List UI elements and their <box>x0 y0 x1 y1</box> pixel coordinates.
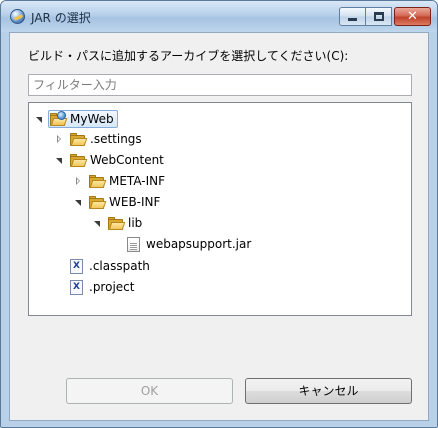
minimize-button[interactable] <box>339 7 366 26</box>
tree-node-web-inf[interactable]: WEB-INF <box>74 192 160 212</box>
cancel-button[interactable]: キャンセル <box>245 378 412 404</box>
close-icon: ✕ <box>407 9 418 24</box>
tree-node-label: .settings <box>90 132 142 146</box>
tree-node-classpath[interactable]: .classpath <box>55 256 150 276</box>
close-button[interactable]: ✕ <box>394 7 431 26</box>
tree-node-label: META-INF <box>109 174 166 188</box>
prompt-label: ビルド・パスに追加するアーカイブを選択してください(C): <box>28 49 349 63</box>
tree-node-meta-inf[interactable]: META-INF <box>74 171 165 191</box>
archive-tree[interactable]: MyWeb .settings WebContent META-INF WEB-… <box>28 102 412 316</box>
folder-icon <box>108 216 126 230</box>
window-title: JAR の選択 <box>31 11 91 25</box>
dialog-window: JAR の選択 ✕ ビルド・パスに追加するアーカイブを選択してください(C): … <box>0 0 438 428</box>
eclipse-app-icon <box>10 9 25 24</box>
title-bar[interactable]: JAR の選択 ✕ <box>1 1 437 32</box>
tree-node-label: .project <box>89 280 135 294</box>
maximize-icon <box>374 12 384 21</box>
folder-icon <box>89 174 107 188</box>
project-folder-icon <box>50 110 68 126</box>
tree-node-label: WEB-INF <box>109 195 161 209</box>
tree-node-project[interactable]: .project <box>55 277 134 297</box>
ok-button[interactable]: OK <box>66 378 233 404</box>
folder-icon <box>70 153 88 167</box>
folder-icon <box>70 132 88 146</box>
expanded-arrow-icon[interactable] <box>74 198 83 207</box>
tree-node-lib[interactable]: lib <box>93 213 142 233</box>
minimize-icon <box>348 18 357 21</box>
tree-node-label: .classpath <box>89 259 150 273</box>
tree-node-label: MyWeb <box>70 112 114 126</box>
xml-file-icon <box>70 279 83 295</box>
filter-input[interactable] <box>28 74 412 96</box>
tree-node-label: lib <box>128 216 143 230</box>
maximize-button[interactable] <box>366 7 392 26</box>
expanded-arrow-icon[interactable] <box>35 115 44 124</box>
jar-file-icon <box>127 236 140 252</box>
folder-icon <box>89 195 107 209</box>
collapsed-arrow-icon[interactable] <box>55 134 64 144</box>
tree-node-label: WebContent <box>90 153 164 167</box>
collapsed-arrow-icon[interactable] <box>74 176 83 186</box>
dialog-body: ビルド・パスに追加するアーカイブを選択してください(C): MyWeb .set… <box>9 32 429 421</box>
tree-node-settings[interactable]: .settings <box>55 129 142 149</box>
xml-file-icon <box>70 258 83 274</box>
tree-node-label: webapsupport.jar <box>146 237 252 251</box>
tree-node-myweb[interactable]: MyWeb <box>35 109 118 129</box>
tree-node-webcontent[interactable]: WebContent <box>55 150 164 170</box>
expanded-arrow-icon[interactable] <box>55 156 64 165</box>
tree-node-webapsupport-jar[interactable]: webapsupport.jar <box>112 234 251 254</box>
expanded-arrow-icon[interactable] <box>93 219 102 228</box>
